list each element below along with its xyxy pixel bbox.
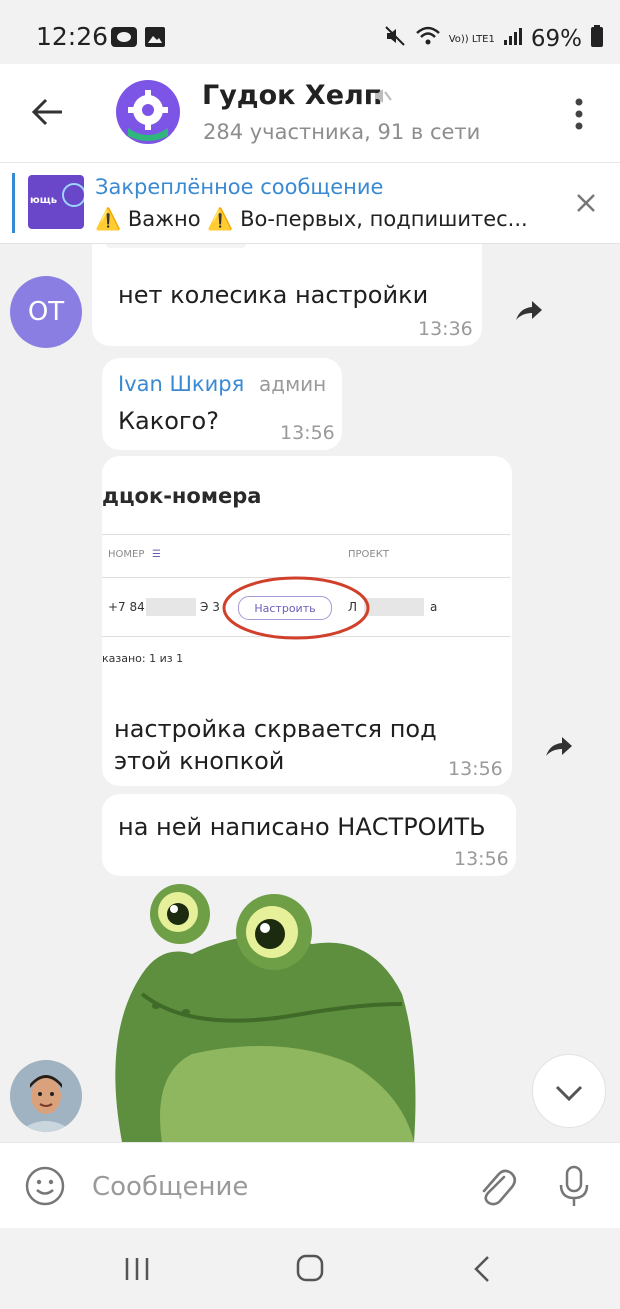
system-nav-bar	[0, 1228, 620, 1309]
message-text: на ней написано НАСТРОИТЬ	[118, 813, 486, 841]
message-time: 13:56	[448, 758, 503, 780]
message-author[interactable]: Ivan Шкиря	[118, 372, 244, 396]
paperclip-icon	[482, 1169, 517, 1206]
shot-count: казано: 1 из 1	[102, 652, 184, 665]
muted-icon	[372, 86, 392, 110]
chevron-down-icon	[555, 1085, 583, 1102]
pinned-message[interactable]: ющь Закреплённое сообщение ⚠️ Важно ⚠️ В…	[0, 163, 620, 244]
emoji-button[interactable]	[24, 1165, 66, 1207]
sort-icon: ☰	[152, 549, 161, 560]
system-back-button[interactable]	[470, 1254, 496, 1284]
forward-button[interactable]	[512, 294, 544, 326]
close-icon	[577, 194, 595, 212]
blur-mask	[146, 598, 196, 616]
message-time: 13:36	[418, 318, 473, 340]
shot-title: дцок-номера	[102, 484, 262, 508]
more-vertical-icon	[575, 98, 583, 130]
back-button[interactable]	[26, 90, 70, 134]
record-icon	[110, 26, 138, 52]
chat-subtitle: 284 участника, 91 в сети	[203, 120, 481, 144]
network-label: Vo)) LTE1	[448, 33, 495, 45]
message-input[interactable]	[90, 1165, 464, 1209]
gear-icon	[128, 90, 168, 141]
shot-phone: +7 84	[108, 600, 145, 614]
shot-phone-mid: Э 3	[200, 600, 220, 614]
home-icon	[296, 1254, 324, 1282]
more-menu-button[interactable]	[568, 92, 590, 136]
share-arrow-icon	[516, 301, 542, 320]
message-time: 13:56	[280, 422, 335, 444]
pinned-thumbnail: ющь	[28, 175, 84, 229]
status-bar: 12:26 Vo)) LTE1 69%	[0, 0, 620, 64]
message-time: 13:56	[454, 848, 509, 870]
chat-header: Гудок Хелп 284 участника, 91 в сети	[0, 64, 620, 163]
chat-title[interactable]: Гудок Хелп	[202, 80, 382, 111]
battery-icon	[590, 24, 604, 54]
screenshot-image[interactable]: дцок-номера НОМЕР ☰ ПРОЕКТ +7 84 Э 3 Нас…	[102, 470, 510, 694]
attach-button[interactable]	[474, 1163, 518, 1209]
close-pinned-button[interactable]	[570, 187, 602, 219]
message-text-line1: настройка скрвается под	[114, 715, 437, 743]
shot-col-project: ПРОЕКТ	[348, 549, 389, 560]
user-avatar[interactable]: ОТ	[10, 276, 82, 348]
red-circle-annotation	[222, 576, 370, 640]
chevron-left-icon	[474, 1256, 489, 1282]
message-text: нет колесика настройки	[118, 281, 429, 309]
shot-table-header: НОМЕР ☰ ПРОЕКТ	[102, 534, 510, 578]
frog-sticker[interactable]	[102, 884, 420, 1142]
battery-percent: 69%	[530, 26, 582, 52]
status-time: 12:26	[36, 22, 109, 51]
pinned-text: ⚠️ Важно ⚠️ Во-первых, подпишитес...	[95, 207, 528, 231]
home-button[interactable]	[296, 1254, 324, 1282]
group-avatar[interactable]	[116, 80, 180, 144]
status-right: Vo)) LTE1 69%	[383, 24, 604, 54]
share-arrow-icon	[546, 737, 572, 756]
mute-status-icon	[383, 24, 407, 54]
wifi-icon	[415, 25, 441, 53]
self-avatar[interactable]	[10, 1060, 82, 1132]
forward-button[interactable]	[542, 730, 574, 762]
recent-apps-icon	[125, 1258, 149, 1280]
pinned-thumb-text: ющь	[30, 195, 58, 206]
message-composer	[0, 1142, 620, 1229]
author-role: админ	[259, 372, 327, 396]
message-text-line2: этой кнопкой	[114, 747, 285, 775]
message-text: Какого?	[118, 407, 219, 435]
shot-project-end: а	[430, 600, 438, 614]
scroll-down-button[interactable]	[532, 1054, 606, 1128]
microphone-icon	[559, 1165, 589, 1206]
message-list[interactable]: ОТ нет колесика настройки 13:36 Ivan Шки…	[0, 244, 620, 1142]
mic-button[interactable]	[556, 1163, 592, 1209]
smile-icon	[25, 1166, 65, 1206]
arrow-left-icon	[31, 98, 62, 126]
pinned-indicator	[12, 173, 15, 233]
shot-col-number: НОМЕР	[108, 549, 145, 560]
pinned-label: Закреплённое сообщение	[95, 175, 384, 199]
recent-apps-button[interactable]	[122, 1256, 152, 1282]
blur-mask	[364, 598, 424, 616]
gallery-icon	[144, 26, 166, 52]
signal-icon	[503, 26, 523, 52]
